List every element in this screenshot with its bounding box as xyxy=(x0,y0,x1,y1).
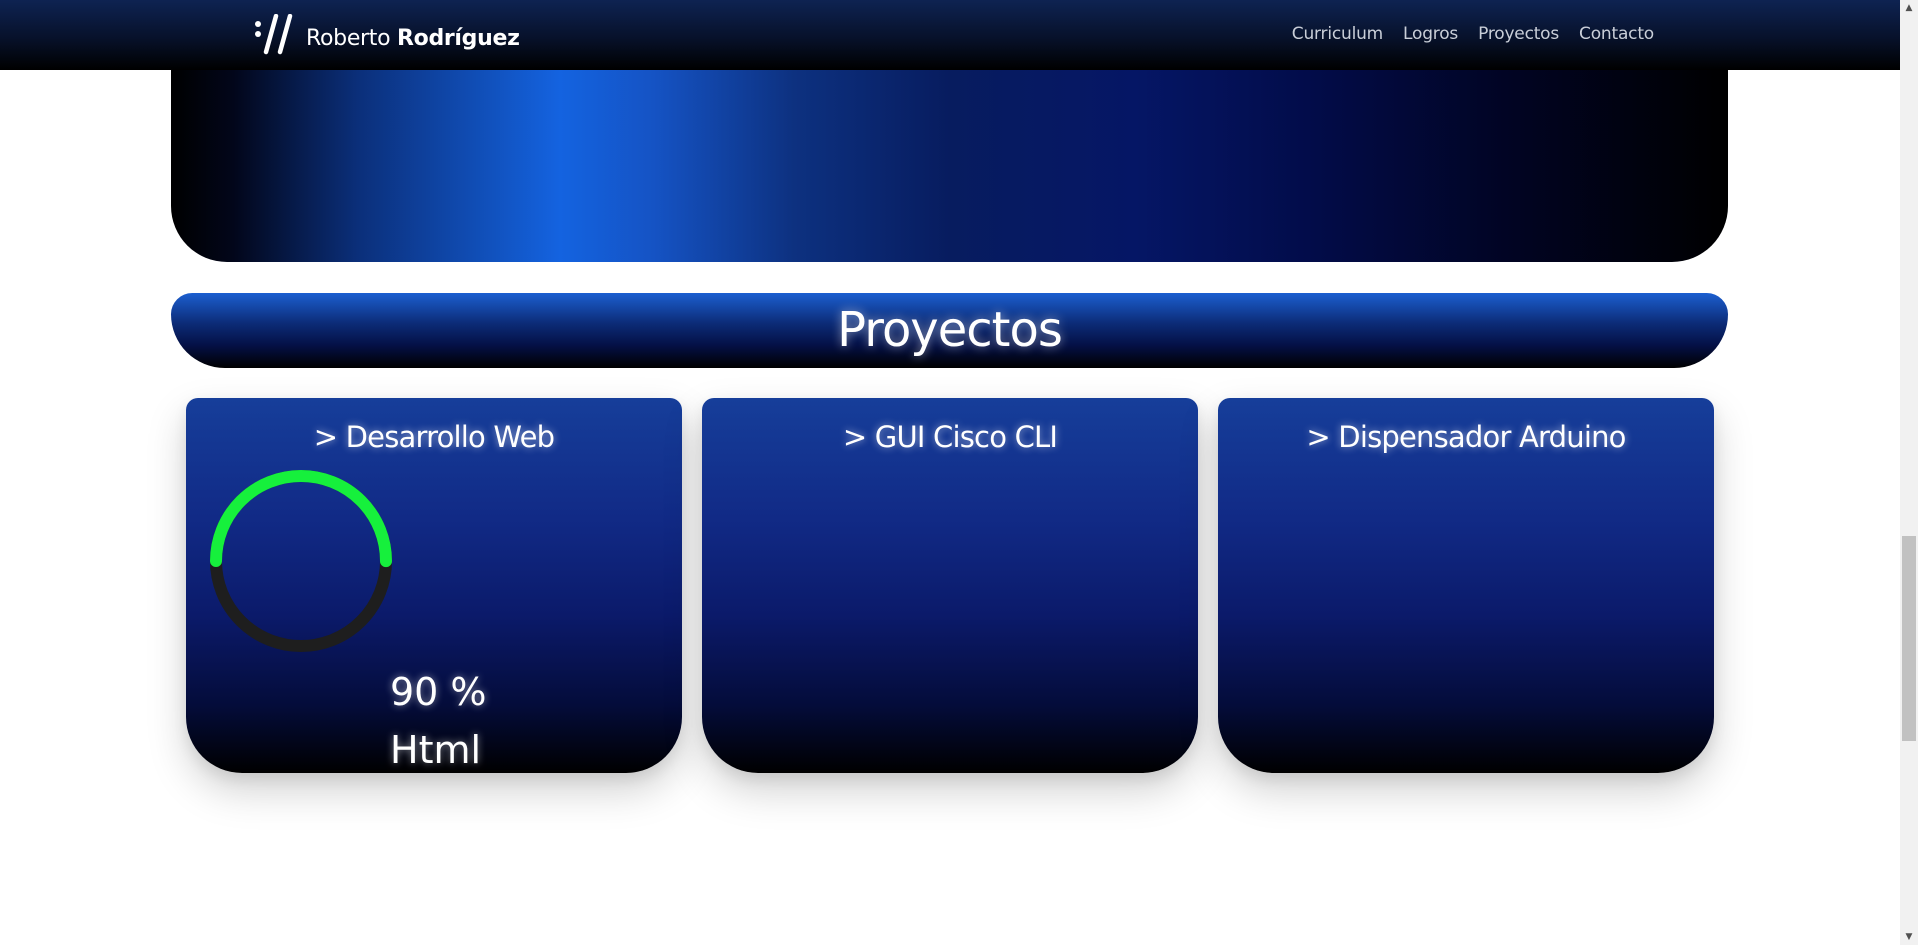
project-card-dispensador-arduino[interactable]: > Dispensador Arduino xyxy=(1218,398,1714,773)
skill-percent: 90 % xyxy=(390,670,487,714)
nav-link-curriculum[interactable]: Curriculum xyxy=(1292,24,1383,44)
brand-first-name: Roberto xyxy=(306,25,397,51)
arrow-down-icon[interactable]: ▼ xyxy=(1903,931,1915,943)
brand-logo-icon xyxy=(255,14,293,55)
arrow-up-icon[interactable]: ▲ xyxy=(1903,2,1915,14)
skill-name: Html xyxy=(390,728,482,772)
scrollbar-track[interactable] xyxy=(1900,0,1918,945)
top-navbar: Roberto Rodríguez Curriculum Logros Proy… xyxy=(0,0,1900,70)
nav-links: Curriculum Logros Proyectos Contacto xyxy=(1292,24,1654,44)
skill-progress-ring xyxy=(210,470,392,652)
nav-link-logros[interactable]: Logros xyxy=(1403,24,1458,44)
project-card-desarrollo-web[interactable]: > Desarrollo Web 90 % Html xyxy=(186,398,682,773)
project-card-title: > Dispensador Arduino xyxy=(1306,420,1626,454)
nav-link-proyectos[interactable]: Proyectos xyxy=(1478,24,1559,44)
brand[interactable]: Roberto Rodríguez xyxy=(254,14,520,56)
nav-link-contacto[interactable]: Contacto xyxy=(1579,24,1654,44)
project-card-gui-cisco-cli[interactable]: > GUI Cisco CLI xyxy=(702,398,1198,773)
brand-last-name: Rodríguez xyxy=(396,25,520,51)
project-card-title: > GUI Cisco CLI xyxy=(842,420,1058,454)
scrollbar-thumb[interactable] xyxy=(1902,536,1916,741)
hero-banner xyxy=(171,40,1728,262)
projects-title: Proyectos xyxy=(837,301,1063,358)
brand-name: Roberto Rodríguez xyxy=(306,26,520,51)
project-card-title: > Desarrollo Web xyxy=(313,420,555,454)
projects-title-bar: Proyectos xyxy=(171,293,1728,368)
